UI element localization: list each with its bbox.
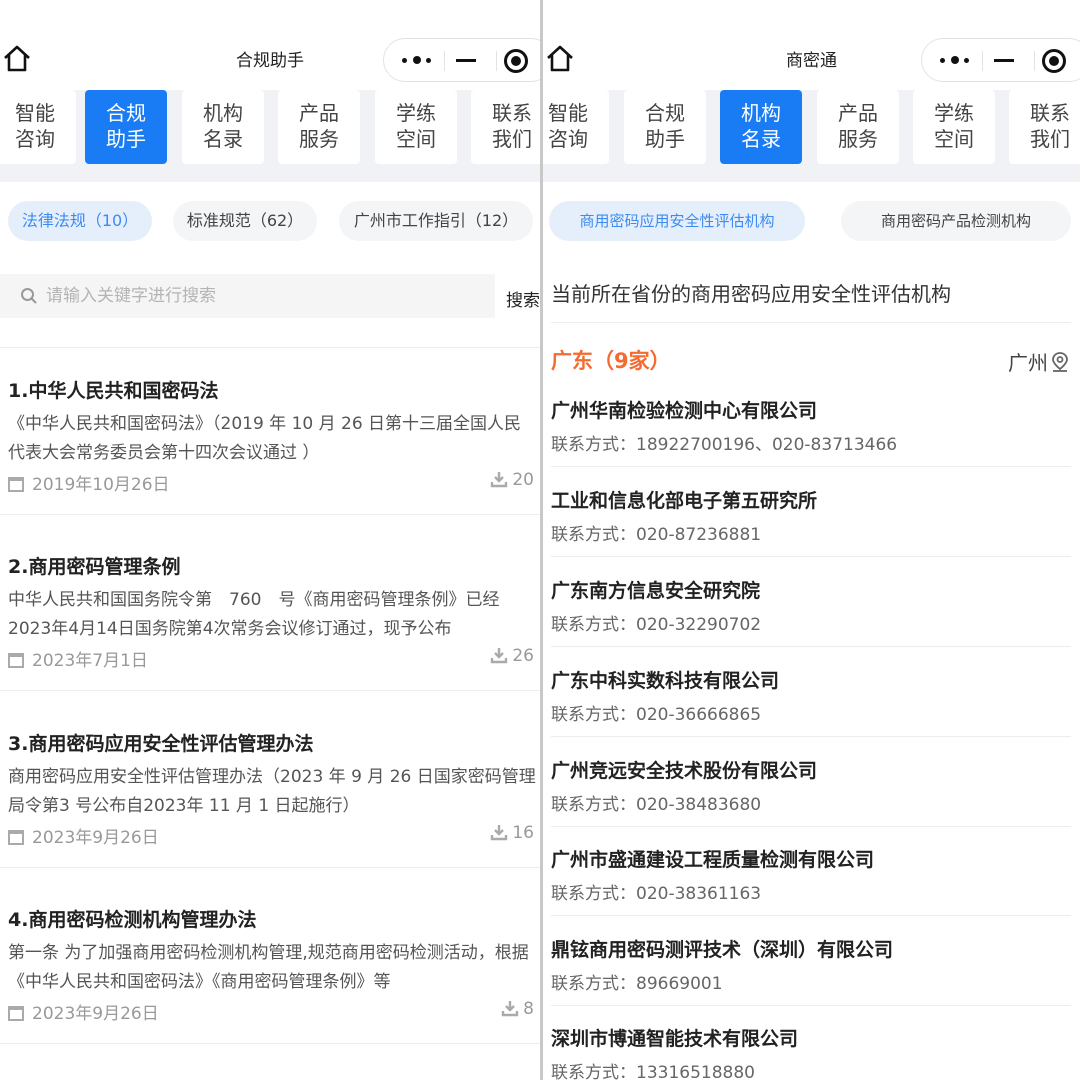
org-contact: 联系方式：13316518880 [551, 1063, 755, 1080]
law-date: 2023年9月26日 [32, 1004, 159, 1024]
calendar-icon [8, 477, 24, 492]
org-name: 广东南方信息安全研究院 [551, 580, 761, 602]
list-item[interactable]: 广州市盛通建设工程质量检测有限公司 联系方式：020-38361163 [551, 837, 1071, 927]
calendar-icon [8, 1006, 24, 1021]
download-icon [501, 1001, 519, 1017]
tab-directory[interactable]: 机构 名录 [720, 90, 802, 164]
org-name: 工业和信息化部电子第五研究所 [551, 490, 818, 512]
nav-tabs: 智能 咨询 合规 助手 机构 名录 产品 服务 学练 空间 联系 我们 [0, 90, 540, 182]
list-item[interactable]: 工业和信息化部电子第五研究所 联系方式：020-87236881 [551, 478, 1071, 568]
law-desc: 商用密码应用安全性评估管理办法（2023 年 9 月 26 日国家密码管理局令第… [8, 767, 536, 816]
tab-directory[interactable]: 机构 名录 [182, 90, 264, 164]
law-title: 4.商用密码检测机构管理办法 [8, 909, 257, 931]
org-name: 鼎铉商用密码测评技术（深圳）有限公司 [551, 939, 894, 961]
close-icon[interactable] [504, 49, 528, 73]
title-bar: 商密通 [543, 0, 1080, 90]
org-contact: 联系方式：020-32290702 [551, 615, 762, 635]
list-item[interactable]: 1.中华人民共和国密码法 《中华人民共和国密码法》（2019 年 10 月 26… [0, 348, 540, 524]
left-screen: 合规助手 智能 咨询 合规 助手 机构 名录 产品 服务 学练 空间 联系 我们… [0, 0, 540, 1080]
capsule-menu [383, 38, 540, 82]
tab-smart-consult[interactable]: 智能 咨询 [0, 90, 76, 164]
law-date: 2023年9月26日 [32, 828, 159, 848]
download-icon [491, 648, 508, 664]
title-bar: 合规助手 [0, 0, 540, 90]
list-item[interactable]: 鼎铉商用密码测评技术（深圳）有限公司 联系方式：89669001 [551, 927, 1071, 1017]
tab-contact[interactable]: 联系 我们 [1009, 90, 1080, 164]
minimize-icon[interactable] [994, 59, 1014, 62]
list-item[interactable]: 广东中科实数科技有限公司 联系方式：020-36666865 [551, 658, 1071, 748]
law-title: 3.商用密码应用安全性评估管理办法 [8, 733, 314, 755]
org-name: 广州华南检验检测中心有限公司 [551, 400, 818, 422]
list-item[interactable]: 广州华南检验检测中心有限公司 联系方式：18922700196、020-8371… [551, 388, 1071, 478]
org-contact: 联系方式：020-36666865 [551, 705, 762, 725]
search-icon [21, 288, 37, 304]
org-name: 广州竞远安全技术股份有限公司 [551, 760, 818, 782]
calendar-icon [8, 653, 24, 668]
search-input[interactable] [46, 274, 486, 318]
list-item[interactable]: 2.商用密码管理条例 中华人民共和国国务院令第 760 号《商用密码管理条例》已… [0, 524, 540, 700]
calendar-icon [8, 830, 24, 845]
chip-testing-orgs[interactable]: 商用密码产品检测机构 [841, 201, 1071, 241]
org-name: 广州市盛通建设工程质量检测有限公司 [551, 849, 875, 871]
search-button[interactable]: 搜索 [506, 286, 540, 311]
section-heading: 当前所在省份的商用密码应用安全性评估机构 [551, 282, 951, 306]
org-name: 广东中科实数科技有限公司 [551, 670, 780, 692]
tab-learning[interactable]: 学练 空间 [375, 90, 457, 164]
nav-tabs: 智能 咨询 合规 助手 机构 名录 产品 服务 学练 空间 联系 我们 [543, 90, 1080, 182]
law-title: 1.中华人民共和国密码法 [8, 380, 219, 402]
search-box [0, 274, 495, 318]
law-date: 2019年10月26日 [32, 475, 170, 495]
law-date: 2023年7月1日 [32, 651, 148, 671]
more-icon[interactable] [402, 53, 432, 67]
tab-compliance[interactable]: 合规 助手 [85, 90, 167, 164]
chip-standards[interactable]: 标准规范（62） [173, 201, 317, 241]
province-count: 广东（9家） [551, 349, 671, 373]
tab-products[interactable]: 产品 服务 [278, 90, 360, 164]
chip-guidelines[interactable]: 广州市工作指引（12） [339, 201, 533, 241]
location-icon [1052, 352, 1068, 372]
list-item[interactable]: 广东南方信息安全研究院 联系方式：020-32290702 [551, 568, 1071, 658]
download-icon [491, 825, 508, 841]
org-contact: 联系方式：89669001 [551, 974, 723, 994]
download-count[interactable]: 26 [490, 646, 534, 666]
city-selector[interactable]: 广州 [1008, 347, 1070, 376]
tab-contact[interactable]: 联系 我们 [471, 90, 540, 164]
download-count[interactable]: 8 [501, 999, 534, 1019]
chip-assessment-orgs[interactable]: 商用密码应用安全性评估机构 [549, 201, 805, 241]
org-contact: 联系方式：18922700196、020-83713466 [551, 435, 898, 455]
law-title: 2.商用密码管理条例 [8, 556, 181, 578]
tab-products[interactable]: 产品 服务 [817, 90, 899, 164]
list-item[interactable]: 广州竞远安全技术股份有限公司 联系方式：020-38483680 [551, 748, 1071, 838]
close-icon[interactable] [1042, 49, 1066, 73]
list-item[interactable]: 4.商用密码检测机构管理办法 第一条 为了加强商用密码检测机构管理,规范商用密码… [0, 877, 540, 1053]
list-item[interactable]: 3.商用密码应用安全性评估管理办法 商用密码应用安全性评估管理办法（2023 年… [0, 701, 540, 877]
capsule-menu [921, 38, 1080, 82]
org-contact: 联系方式：020-87236881 [551, 525, 762, 545]
org-name: 深圳市博通智能技术有限公司 [551, 1028, 799, 1050]
law-desc: 《中华人民共和国密码法》（2019 年 10 月 26 日第十三届全国人民代表大… [8, 414, 522, 463]
minimize-icon[interactable] [456, 59, 476, 62]
list-item[interactable]: 深圳市博通智能技术有限公司 联系方式：13316518880 [551, 1016, 1071, 1080]
right-screen: 商密通 智能 咨询 合规 助手 机构 名录 产品 服务 学练 空间 联系 我们 … [543, 0, 1080, 1080]
org-contact: 联系方式：020-38483680 [551, 795, 762, 815]
download-icon [491, 472, 508, 488]
more-icon[interactable] [940, 53, 970, 67]
chip-laws[interactable]: 法律法规（10） [8, 201, 152, 241]
download-count[interactable]: 16 [490, 823, 534, 843]
tab-compliance[interactable]: 合规 助手 [624, 90, 706, 164]
org-contact: 联系方式：020-38361163 [551, 884, 762, 904]
tab-smart-consult[interactable]: 智能 咨询 [543, 90, 609, 164]
download-count[interactable]: 20 [490, 470, 534, 490]
tab-learning[interactable]: 学练 空间 [913, 90, 995, 164]
law-desc: 中华人民共和国国务院令第 760 号《商用密码管理条例》已经2023年4月14日… [8, 590, 500, 639]
law-desc: 第一条 为了加强商用密码检测机构管理,规范商用密码检测活动，根据《中华人民共和国… [8, 943, 529, 992]
